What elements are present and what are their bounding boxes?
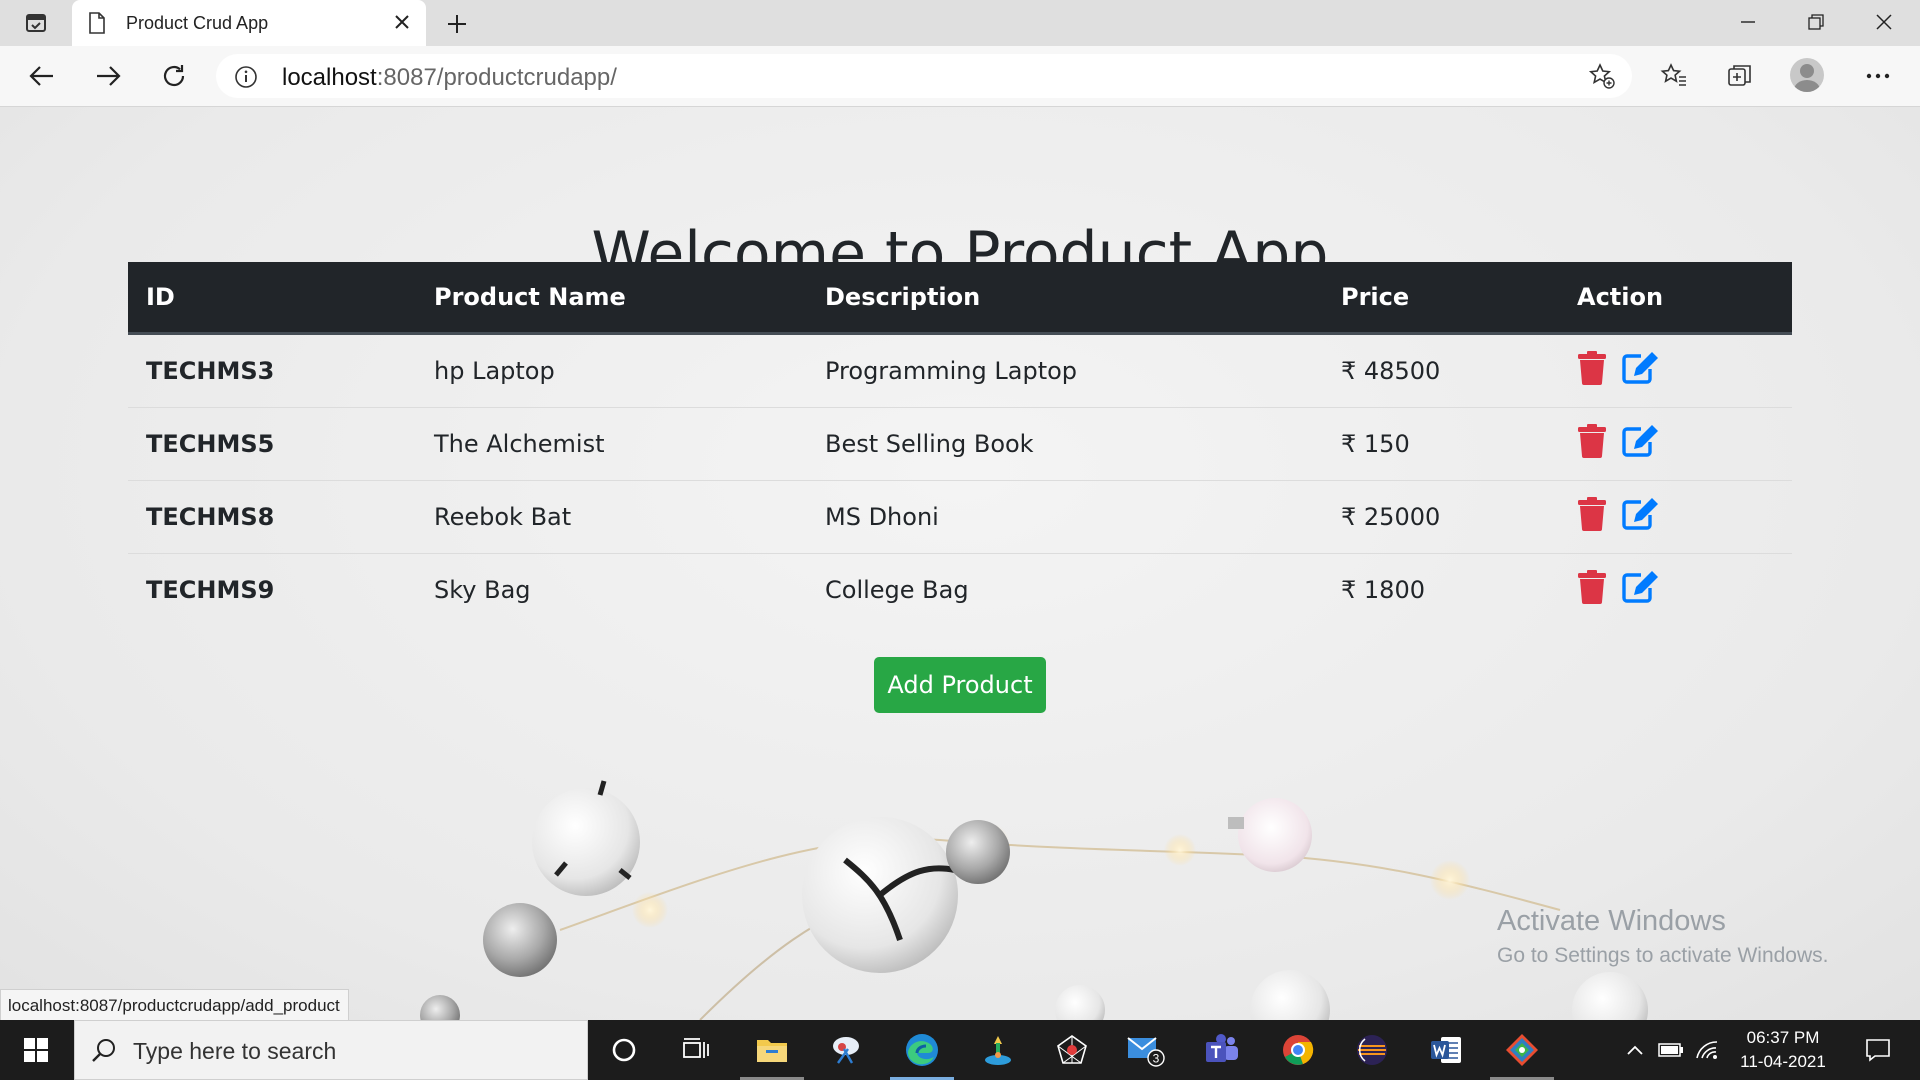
edit-icon[interactable] <box>1621 570 1659 610</box>
forward-button[interactable] <box>88 58 128 94</box>
restore-button[interactable] <box>1782 4 1850 40</box>
column-header-id: ID <box>128 262 416 335</box>
windows-taskbar: Type here to search 3 06:37 PM 11-04-202… <box>0 1020 1920 1080</box>
activate-windows-watermark: Activate Windows Go to Settings to activ… <box>1497 905 1829 968</box>
close-tab-icon[interactable] <box>392 12 412 36</box>
product-price: ₹ 1800 <box>1323 553 1559 626</box>
show-hidden-icons-chevron-icon[interactable] <box>1620 1020 1650 1080</box>
back-button[interactable] <box>22 58 62 94</box>
clock-date: 11-04-2021 <box>1740 1052 1826 1071</box>
snipping-tool-icon[interactable] <box>810 1020 882 1080</box>
clock-time: 06:37 PM <box>1746 1028 1820 1047</box>
watermark-line-1: Activate Windows <box>1497 905 1726 937</box>
product-price: ₹ 25000 <box>1323 480 1559 554</box>
column-header-action: Action <box>1559 262 1792 335</box>
windows-start-icon[interactable] <box>0 1020 72 1080</box>
site-info-icon[interactable] <box>234 65 258 93</box>
battery-icon[interactable] <box>1654 1020 1688 1080</box>
paint-app-icon[interactable] <box>962 1020 1034 1080</box>
column-header-price: Price <box>1323 262 1559 335</box>
mail-icon[interactable]: 3 <box>1110 1020 1182 1080</box>
address-bar[interactable]: localhost:8087/productcrudapp/ <box>216 54 1632 98</box>
watermark-line-2: Go to Settings to activate Windows. <box>1497 944 1829 967</box>
tab-actions-icon[interactable] <box>14 8 58 38</box>
product-description: College Bag <box>807 553 1323 626</box>
table-row: TECHMS3 hp Laptop Programming Laptop ₹ 4… <box>128 334 1792 408</box>
cortana-icon[interactable] <box>588 1020 660 1080</box>
edit-icon[interactable] <box>1621 424 1659 464</box>
product-description: Programming Laptop <box>825 357 1078 385</box>
more-menu-icon[interactable] <box>1858 58 1898 94</box>
trash-icon[interactable] <box>1577 497 1607 537</box>
browser-toolbar: localhost:8087/productcrudapp/ <box>0 46 1920 107</box>
edit-icon[interactable] <box>1621 351 1659 391</box>
action-cell <box>1559 407 1792 481</box>
action-cell <box>1559 334 1792 408</box>
edge-browser-icon[interactable] <box>886 1020 958 1080</box>
chrome-icon[interactable] <box>1262 1020 1334 1080</box>
column-header-description: Description <box>807 262 1323 335</box>
add-product-button[interactable]: Add Product <box>874 657 1046 713</box>
product-name: The Alchemist <box>416 407 807 481</box>
mail-badge-count: 3 <box>1153 1052 1160 1066</box>
taskbar-search-input[interactable]: Type here to search <box>74 1020 588 1080</box>
product-price: ₹ 150 <box>1323 407 1559 481</box>
profile-avatar[interactable] <box>1790 58 1824 92</box>
new-tab-button[interactable] <box>440 9 474 39</box>
spider-app-icon[interactable] <box>1036 1020 1108 1080</box>
add-favorite-icon[interactable] <box>1588 62 1616 94</box>
page-viewport: Welcome to Product App ID Product Name D… <box>0 107 1920 1020</box>
action-cell <box>1559 480 1792 554</box>
collections-icon[interactable] <box>1720 58 1760 94</box>
product-price: ₹ 48500 <box>1341 357 1441 385</box>
minimize-button[interactable] <box>1714 4 1782 40</box>
trash-icon[interactable] <box>1577 351 1607 391</box>
edit-icon[interactable] <box>1621 497 1659 537</box>
search-placeholder: Type here to search <box>133 1038 337 1064</box>
product-id: TECHMS9 <box>128 553 416 626</box>
action-cell <box>1559 553 1792 626</box>
product-id: TECHMS8 <box>128 480 416 554</box>
tab-title: Product Crud App <box>126 13 269 33</box>
column-header-product-name: Product Name <box>416 262 807 335</box>
active-tab[interactable]: Product Crud App <box>72 0 426 46</box>
product-description: MS Dhoni <box>807 480 1323 554</box>
trash-icon[interactable] <box>1577 424 1607 464</box>
browser-tab-strip: Product Crud App <box>0 0 1920 46</box>
url-host: localhost <box>282 64 377 91</box>
git-gui-icon[interactable] <box>1486 1020 1558 1080</box>
word-icon[interactable] <box>1410 1020 1482 1080</box>
close-window-button[interactable] <box>1850 4 1918 40</box>
christmas-ornaments-background <box>420 780 1648 1020</box>
product-name: Reebok Bat <box>416 480 807 554</box>
table-row: TECHMS9 Sky Bag College Bag ₹ 1800 <box>128 553 1792 626</box>
task-view-icon[interactable] <box>660 1020 732 1080</box>
notifications-icon[interactable] <box>1852 1020 1904 1080</box>
refresh-button[interactable] <box>154 58 194 94</box>
wifi-icon[interactable] <box>1692 1020 1722 1080</box>
teams-icon[interactable] <box>1186 1020 1258 1080</box>
url-text[interactable]: localhost:8087/productcrudapp/ <box>282 64 617 92</box>
table-row: TECHMS8 Reebok Bat MS Dhoni ₹ 25000 <box>128 480 1792 554</box>
table-row: TECHMS5 The Alchemist Best Selling Book … <box>128 407 1792 481</box>
page-icon <box>88 12 106 38</box>
status-bar-link-preview: localhost:8087/productcrudapp/add_produc… <box>0 989 349 1020</box>
search-icon <box>91 1037 117 1067</box>
table-header-row: ID Product Name Description Price Action <box>128 262 1792 335</box>
favorites-icon[interactable] <box>1654 58 1694 94</box>
trash-icon[interactable] <box>1577 570 1607 610</box>
product-id: TECHMS3 <box>146 357 275 385</box>
product-table: ID Product Name Description Price Action… <box>128 262 1792 626</box>
url-path: :8087/productcrudapp/ <box>376 64 617 91</box>
product-name: Sky Bag <box>416 553 807 626</box>
system-clock[interactable]: 06:37 PM 11-04-2021 <box>1720 1026 1846 1074</box>
product-id: TECHMS5 <box>128 407 416 481</box>
file-explorer-icon[interactable] <box>736 1020 808 1080</box>
product-description: Best Selling Book <box>807 407 1323 481</box>
product-name: hp Laptop <box>434 357 555 385</box>
eclipse-ide-icon[interactable] <box>1336 1020 1408 1080</box>
